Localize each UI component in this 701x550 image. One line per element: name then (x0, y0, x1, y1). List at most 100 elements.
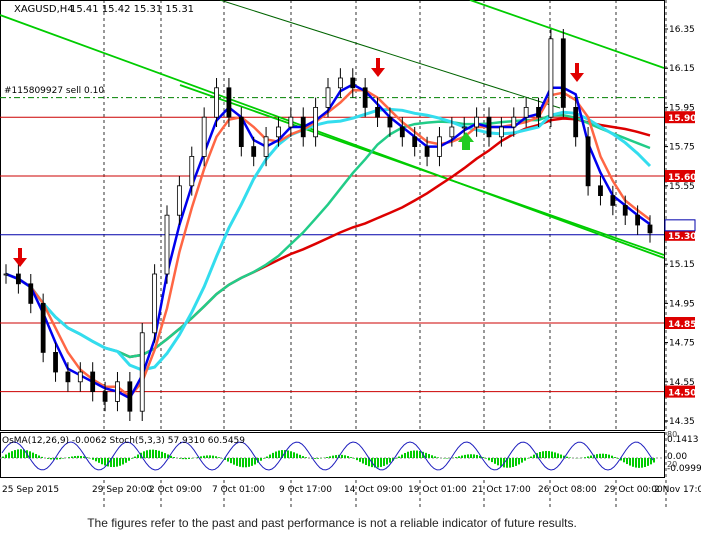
osma-bar (269, 454, 271, 458)
candle-body (238, 116, 244, 147)
candle-body (90, 371, 96, 393)
candle-body (189, 155, 195, 187)
price-tick-label: 16.15 (669, 64, 695, 74)
candle-body (486, 116, 492, 138)
osma-bar (617, 458, 619, 459)
osma-bar (98, 458, 100, 463)
osma-bar (587, 456, 589, 458)
osma-bar (458, 456, 460, 458)
ma-blue-line (5, 83, 651, 400)
price-tick-label: 14.75 (669, 339, 695, 349)
osma-bar (527, 458, 529, 459)
osma-bar (350, 457, 352, 458)
osma-bar (260, 458, 262, 461)
time-tick-label: 29 Sep 20:00 (92, 485, 152, 495)
osma-bar (203, 455, 205, 458)
candle-body (300, 116, 306, 138)
ma-red-line (5, 117, 651, 359)
osma-bar (299, 454, 301, 458)
osma-bar (476, 454, 478, 458)
osma-bar (329, 456, 331, 458)
osma-bar (485, 458, 487, 459)
candle-body (263, 136, 269, 157)
osma-bar (227, 458, 229, 462)
candle-body (387, 116, 393, 128)
channel-line (219, 0, 561, 109)
osma-bar (236, 458, 238, 466)
osma-bar (326, 457, 328, 458)
osma-bar (413, 450, 415, 458)
candle-body (424, 146, 430, 157)
osma-bar (272, 452, 274, 458)
osma-bar (629, 458, 631, 466)
osma-bar (200, 456, 202, 458)
osma-bar (143, 451, 145, 458)
time-tick-label: 25 Sep 2015 (2, 485, 59, 495)
channel-line (469, 0, 665, 69)
candle-body (362, 87, 368, 108)
osma-bar (287, 450, 289, 458)
osma-bar (461, 455, 463, 458)
level-price-label: 14.50 (668, 389, 696, 399)
osma-bar (605, 453, 607, 458)
osma-bar (173, 457, 175, 458)
osma-bar (164, 453, 166, 458)
candle-body (3, 273, 9, 276)
candle-body (214, 87, 219, 118)
osma-bar (251, 458, 253, 466)
osma-bar (332, 455, 334, 458)
osma-bar (14, 450, 16, 458)
osma-bar (515, 458, 517, 466)
osma-bar (80, 455, 82, 458)
time-tick-label: 7 Oct 01:00 (212, 485, 265, 495)
osma-bar (509, 458, 511, 468)
candle-body (560, 38, 566, 108)
indicator-level-label: 80 (667, 430, 677, 439)
candle-body (65, 371, 71, 383)
osma-bar (248, 458, 250, 467)
osma-bar (113, 458, 115, 468)
osma-bar (467, 454, 469, 458)
time-tick-label: 21 Oct 17:00 (472, 485, 531, 495)
osma-bar (431, 455, 433, 458)
candle-body (375, 107, 380, 118)
osma-bar (305, 457, 307, 458)
osma-bar (464, 454, 466, 458)
sell-arrow-icon (371, 58, 385, 77)
osma-bar (215, 456, 217, 458)
osma-bar (635, 458, 637, 468)
candle-body (350, 77, 356, 89)
osma-bar (92, 458, 94, 460)
osma-bar (218, 457, 220, 458)
osma-bar (428, 454, 430, 458)
price-chart: 15.9015.6015.3014.8514.50 0.14130.00-0.0… (0, 0, 701, 510)
osma-bar (155, 449, 157, 458)
osma-bar (653, 458, 655, 463)
chart-axes: 16.3516.1515.9515.7515.5515.3515.1514.95… (2, 25, 701, 495)
indicator-label: OsMA(12,26,9) -0.0062 Stoch(5,3,3) 57.93… (2, 436, 245, 446)
osma-bar (614, 457, 616, 458)
order-label: #115809927 sell 0.10 (4, 86, 104, 96)
price-tick-label: 15.55 (669, 182, 695, 192)
candle-body (53, 351, 58, 373)
candle-body (498, 126, 504, 138)
channel-line (179, 84, 665, 256)
osma-bar (347, 456, 349, 458)
osma-bar (62, 458, 64, 459)
osma-bar (560, 454, 562, 458)
candle-body (201, 116, 207, 157)
osma-bar (290, 451, 292, 458)
candle-body (635, 214, 641, 226)
osma-bar (71, 456, 73, 458)
sell-arrow-icon (570, 63, 584, 82)
osma-bar (377, 458, 379, 468)
osma-bar (293, 452, 295, 458)
chart-title: XAGUSD,H4 (14, 4, 74, 15)
candle-body (139, 332, 145, 412)
osma-bar (497, 458, 499, 466)
candle-body (115, 381, 120, 402)
candle-body (585, 136, 591, 187)
candle-body (251, 146, 257, 157)
candle-body (127, 381, 133, 412)
osma-bar (398, 456, 400, 458)
